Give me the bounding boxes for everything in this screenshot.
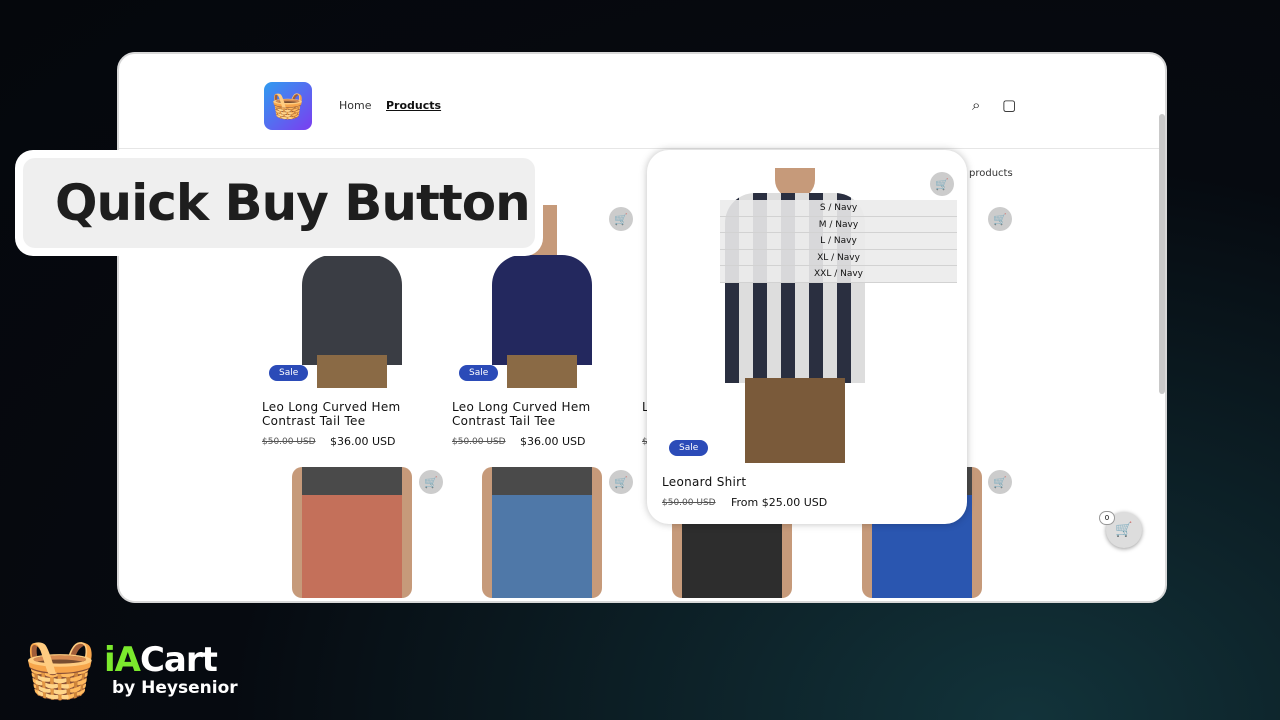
- sale-badge: Sale: [269, 365, 309, 381]
- sale-badge: Sale: [459, 365, 499, 381]
- quick-buy-cart-button[interactable]: 🛒: [609, 470, 633, 494]
- product-image[interactable]: [262, 467, 442, 598]
- product-image[interactable]: [452, 467, 632, 598]
- product-title[interactable]: Leonard Shirt: [662, 475, 746, 489]
- quick-buy-card: S / Navy M / Navy L / Navy XL / Navy XXL / N…: [647, 150, 967, 524]
- variant-list: S / Navy M / Navy L / Navy XL / Navy XXL / N…: [720, 200, 957, 283]
- store-logo[interactable]: 🧺: [264, 82, 312, 130]
- quick-buy-cart-button[interactable]: 🛒: [609, 207, 633, 231]
- price: $36.00 USD: [330, 435, 396, 448]
- cart-count-badge: 0: [1099, 511, 1115, 525]
- variant-option[interactable]: XXL / Navy: [720, 266, 957, 283]
- product-title[interactable]: Leo Long Curved Hem Contrast Tail Tee: [452, 400, 622, 428]
- variant-option[interactable]: XL / Navy: [720, 249, 957, 266]
- store-header: 🧺 Home Products ⌕ ▢: [119, 54, 1165, 149]
- product-count: products: [969, 168, 1013, 179]
- variant-option[interactable]: L / Navy: [720, 233, 957, 250]
- brand-tagline: by Heysenior: [112, 678, 238, 698]
- nav-products[interactable]: Products: [386, 99, 441, 112]
- feature-label-text: Quick Buy Button: [23, 158, 535, 248]
- variant-option[interactable]: M / Navy: [720, 216, 957, 233]
- search-icon[interactable]: ⌕: [972, 96, 980, 114]
- quick-buy-cart-button[interactable]: 🛒: [988, 207, 1012, 231]
- nav-home[interactable]: Home: [339, 99, 371, 112]
- product-title[interactable]: Leo Long Curved Hem Contrast Tail Tee: [262, 400, 432, 428]
- compare-price: $50.00 USD: [452, 437, 506, 447]
- variant-option[interactable]: S / Navy: [720, 200, 957, 217]
- price: $36.00 USD: [520, 435, 586, 448]
- compare-price: $50.00 USD: [262, 437, 316, 447]
- quick-buy-cart-button[interactable]: 🛒: [419, 470, 443, 494]
- scrollbar[interactable]: [1159, 114, 1165, 394]
- brand-name: iACart: [104, 640, 218, 680]
- quick-buy-cart-button[interactable]: 🛒: [988, 470, 1012, 494]
- basket-icon: 🧺: [24, 634, 97, 702]
- sale-badge: Sale: [669, 440, 709, 456]
- feature-label: Quick Buy Button: [15, 150, 543, 256]
- price: From $25.00 USD: [731, 496, 828, 509]
- compare-price: $50.00 USD: [662, 498, 716, 508]
- quick-buy-cart-button[interactable]: 🛒: [930, 172, 954, 196]
- cart-icon[interactable]: ▢: [1002, 96, 1016, 114]
